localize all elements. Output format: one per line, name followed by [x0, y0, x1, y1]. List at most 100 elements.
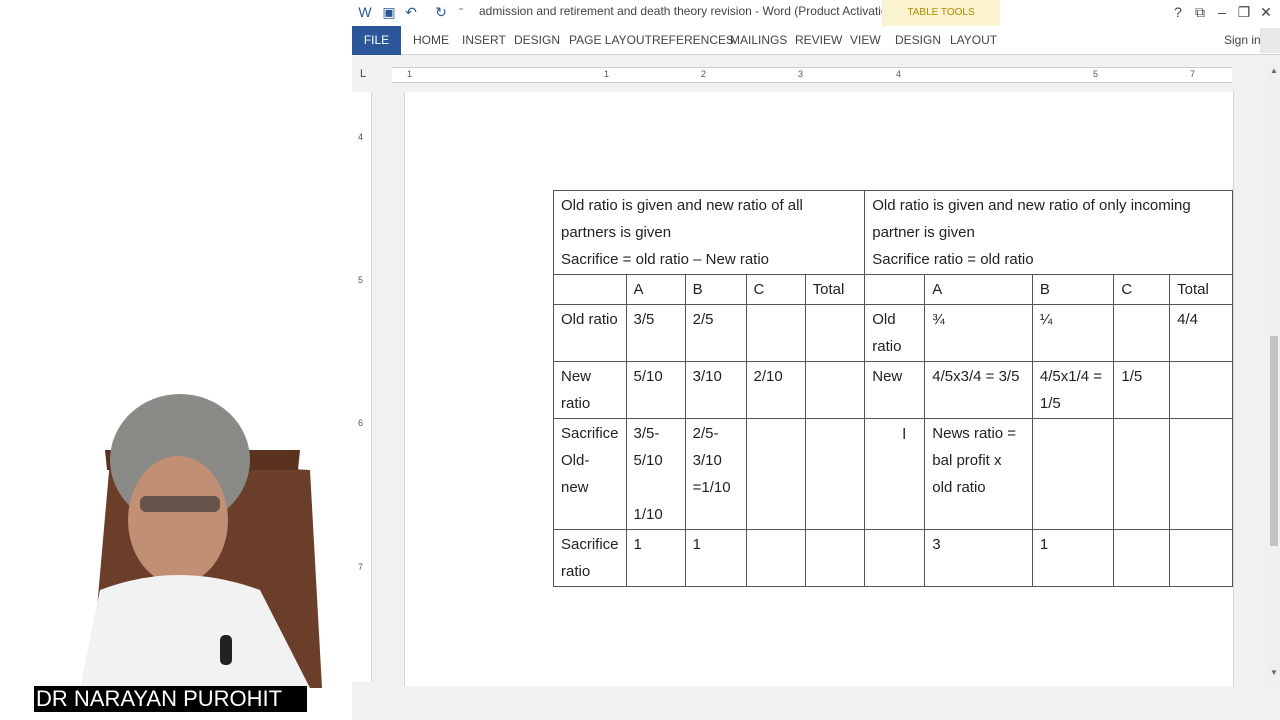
table-cell[interactable] — [1113, 418, 1171, 530]
table-cell[interactable] — [1113, 529, 1171, 587]
sign-in-link[interactable]: Sign in — [1224, 26, 1261, 55]
table-cell[interactable] — [1169, 529, 1233, 587]
table-cell[interactable] — [804, 529, 866, 587]
table-cell[interactable] — [864, 418, 926, 530]
table-cell[interactable] — [1169, 418, 1233, 530]
table-cell[interactable] — [745, 418, 806, 530]
table-cell[interactable]: 2/5 — [684, 304, 747, 362]
tab-file[interactable]: FILE — [352, 26, 401, 55]
table-cell[interactable] — [804, 361, 866, 419]
table-cell[interactable] — [745, 529, 806, 587]
ruler-mark: 5 — [1093, 69, 1099, 79]
save-icon[interactable]: ▣ — [380, 3, 398, 21]
ruler-mark: 1 — [407, 69, 413, 79]
table-cell[interactable] — [804, 418, 866, 530]
presenter-photo — [80, 394, 322, 688]
vertical-scrollbar[interactable] — [1268, 66, 1280, 686]
table-header-right[interactable]: Old ratio is given and new ratio of only… — [864, 190, 1233, 275]
ruler-mark: 5 — [358, 275, 364, 285]
table-cell[interactable]: News ratio = bal profit x old ratio — [924, 418, 1033, 530]
table-row: A B C Total A B C Total — [553, 274, 1233, 305]
table-row: Sacrifice Old- new 3/5-5/10 1/10 2/5-3/1… — [553, 418, 1233, 530]
tab-selector[interactable]: L — [352, 63, 374, 85]
table-cell[interactable]: 3/5-5/10 1/10 — [625, 418, 686, 530]
table-cell[interactable]: 1 — [1031, 529, 1115, 587]
table-cell[interactable]: B — [684, 274, 747, 305]
tab-table-design[interactable]: DESIGN — [895, 26, 941, 55]
table-cell[interactable]: 2/5-3/10 =1/10 — [684, 418, 747, 530]
horizontal-ruler[interactable]: 1 1 2 3 4 5 7 — [392, 67, 1232, 83]
close-icon[interactable]: ✕ — [1256, 3, 1276, 21]
table-cell[interactable] — [804, 304, 866, 362]
table-cell[interactable] — [1169, 361, 1233, 419]
table-cell[interactable] — [553, 274, 627, 305]
vertical-ruler[interactable]: 4 5 6 7 — [352, 92, 372, 682]
table-cell[interactable]: New ratio — [553, 361, 627, 419]
undo-icon[interactable]: ↶ — [402, 3, 420, 21]
table-cell[interactable]: 2/10 — [745, 361, 806, 419]
ruler-mark: 1 — [604, 69, 610, 79]
tab-home[interactable]: HOME — [413, 26, 449, 55]
table-cell[interactable]: A — [625, 274, 686, 305]
document-title: admission and retirement and death theor… — [479, 4, 935, 18]
table-cell[interactable]: 3 — [924, 529, 1033, 587]
table-header-left[interactable]: Old ratio is given and new ratio of all … — [552, 190, 866, 275]
table-cell[interactable] — [1113, 304, 1171, 362]
ruler-mark: 7 — [358, 562, 364, 572]
tab-review[interactable]: REVIEW — [795, 26, 842, 55]
customize-qat-icon[interactable]: ⁼ — [452, 3, 470, 21]
table-cell[interactable]: New — [864, 361, 926, 419]
presenter-webcam: DR NARAYAN PUROHIT — [0, 0, 352, 720]
table-cell[interactable]: 1 — [684, 529, 747, 587]
table-cell[interactable] — [864, 529, 926, 587]
table-cell[interactable]: 5/10 — [625, 361, 686, 419]
table-cell[interactable]: B — [1031, 274, 1115, 305]
table-cell[interactable]: 1/5 — [1113, 361, 1171, 419]
table-cell[interactable]: 1 — [625, 529, 686, 587]
minimize-icon[interactable]: – — [1212, 3, 1232, 21]
tab-view[interactable]: VIEW — [850, 26, 881, 55]
presenter-name-caption: DR NARAYAN PUROHIT — [34, 686, 307, 712]
table-cell[interactable] — [864, 274, 926, 305]
table-cell[interactable]: A — [924, 274, 1033, 305]
maximize-icon[interactable]: ❐ — [1234, 3, 1254, 21]
table-cell[interactable]: ¾ — [924, 304, 1033, 362]
tab-page-layout[interactable]: PAGE LAYOUT — [569, 26, 652, 55]
table-cell[interactable]: 4/5x3/4 = 3/5 — [924, 361, 1033, 419]
ruler-mark: 3 — [798, 69, 804, 79]
table-cell[interactable]: C — [1113, 274, 1171, 305]
tab-mailings[interactable]: MAILINGS — [730, 26, 787, 55]
table-cell[interactable]: 3/5 — [625, 304, 686, 362]
table-cell[interactable] — [745, 304, 806, 362]
table-cell[interactable]: Old ratio — [553, 304, 627, 362]
table-cell[interactable]: Sacrifice ratio — [553, 529, 627, 587]
ratio-table[interactable]: Old ratio is given and new ratio of all … — [552, 190, 1233, 587]
table-cell[interactable]: 4/4 — [1169, 304, 1233, 362]
ruler-mark: 7 — [1190, 69, 1196, 79]
table-cell[interactable]: 4/5x1/4 = 1/5 — [1031, 361, 1115, 419]
document-page[interactable]: Old ratio is given and new ratio of all … — [404, 92, 1276, 686]
scrollbar-thumb[interactable] — [1270, 336, 1278, 546]
tab-design[interactable]: DESIGN — [514, 26, 560, 55]
table-cell[interactable]: ¼ — [1031, 304, 1115, 362]
table-cell[interactable]: Total — [804, 274, 866, 305]
table-cell[interactable]: 3/10 — [684, 361, 747, 419]
table-cell[interactable]: Sacrifice Old- new — [553, 418, 627, 530]
scroll-down-icon[interactable]: ▼ — [1268, 668, 1280, 682]
table-cell[interactable]: C — [745, 274, 806, 305]
ribbon-display-options-icon[interactable]: ⧉ — [1190, 3, 1210, 21]
tab-insert[interactable]: INSERT — [462, 26, 506, 55]
table-cell[interactable]: Total — [1169, 274, 1233, 305]
ruler-mark: 6 — [358, 418, 364, 428]
tab-table-layout[interactable]: LAYOUT — [950, 26, 997, 55]
table-cell[interactable] — [1031, 418, 1115, 530]
header-right-line: Old ratio is given and new ratio of only… — [872, 197, 1191, 241]
scroll-up-icon[interactable]: ▲ — [1268, 66, 1280, 80]
redo-icon[interactable]: ↻ — [432, 3, 450, 21]
table-cell[interactable]: Old ratio — [864, 304, 926, 362]
user-avatar-icon[interactable] — [1260, 28, 1280, 53]
tab-references[interactable]: REFERENCES — [652, 26, 734, 55]
header-left-line: Sacrifice = old ratio – New ratio — [561, 251, 770, 268]
title-bar: W ▣ ↶ ↻ ⁼ admission and retirement and d… — [352, 0, 1280, 26]
help-icon[interactable]: ? — [1168, 3, 1188, 21]
